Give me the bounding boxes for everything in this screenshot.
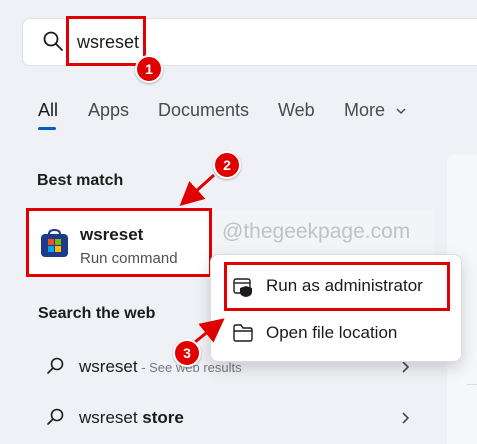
step-badge-3: 3 [173, 339, 201, 367]
step-badge-2: 2 [213, 151, 241, 179]
step-badge-1: 1 [135, 55, 163, 83]
annotation-arrows [179, 173, 225, 344]
